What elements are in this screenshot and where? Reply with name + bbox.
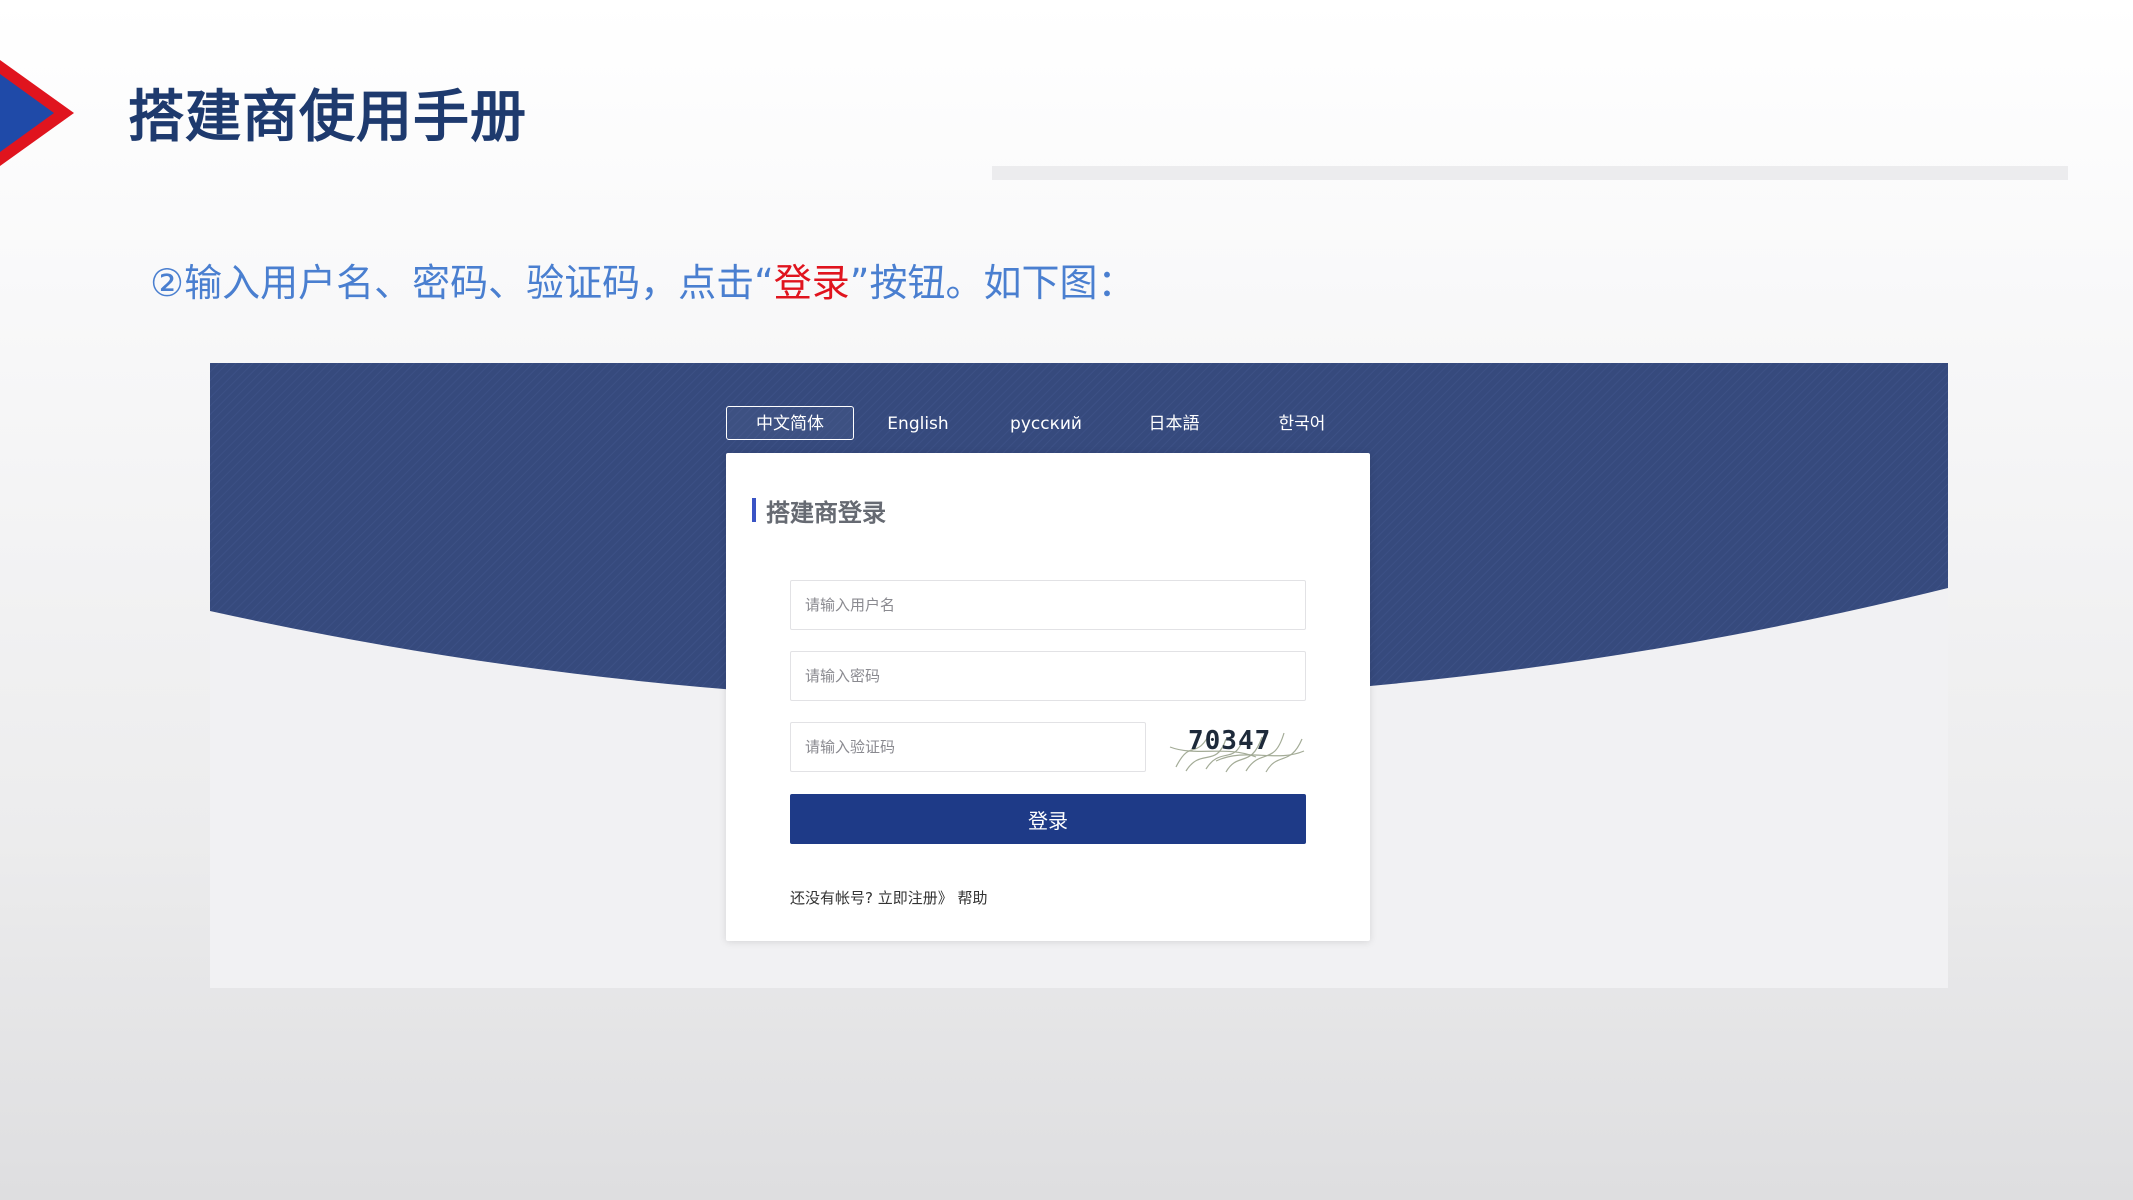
captcha-input[interactable] [790, 722, 1146, 772]
captcha-image[interactable]: 70347 [1166, 717, 1306, 773]
login-card-header: 搭建商登录 [752, 495, 886, 527]
register-link[interactable]: 立即注册》 [878, 889, 953, 907]
login-card-title: 搭建商登录 [766, 498, 886, 527]
lang-tab-zh-hans[interactable]: 中文简体 [726, 406, 854, 440]
lang-tab-russian[interactable]: русский [982, 406, 1110, 440]
password-input[interactable] [790, 651, 1306, 701]
login-button[interactable]: 登录 [790, 794, 1306, 844]
login-card: 搭建商登录 70347 登录 还没有帐号? 立即注册》 帮助 [726, 453, 1370, 941]
instruction-highlight: 登录 [773, 261, 850, 305]
slide-arrow-icon [0, 60, 74, 166]
instruction-after: ”按钮。如下图： [849, 261, 1136, 305]
language-switcher: 中文简体 English русский 日本語 한국어 [726, 405, 1366, 441]
slide-title: 搭建商使用手册 [128, 85, 527, 150]
lang-tab-korean[interactable]: 한국어 [1238, 406, 1366, 440]
no-account-text: 还没有帐号? [790, 889, 873, 907]
login-footer: 还没有帐号? 立即注册》 帮助 [790, 887, 988, 908]
help-link[interactable]: 帮助 [958, 889, 988, 907]
login-screenshot: 中文简体 English русский 日本語 한국어 搭建商登录 请输入用户… [210, 363, 1948, 988]
captcha-text: 70347 [1188, 726, 1271, 756]
username-input[interactable] [790, 580, 1306, 630]
instruction-before: ②输入用户名、密码、验证码，点击“ [150, 261, 774, 305]
title-divider [992, 166, 2068, 180]
lang-tab-english[interactable]: English [854, 406, 982, 440]
title-accent-bar [752, 498, 756, 522]
lang-tab-japanese[interactable]: 日本語 [1110, 406, 1238, 440]
instruction-text: ②输入用户名、密码、验证码，点击“登录”按钮。如下图： [150, 252, 1135, 307]
